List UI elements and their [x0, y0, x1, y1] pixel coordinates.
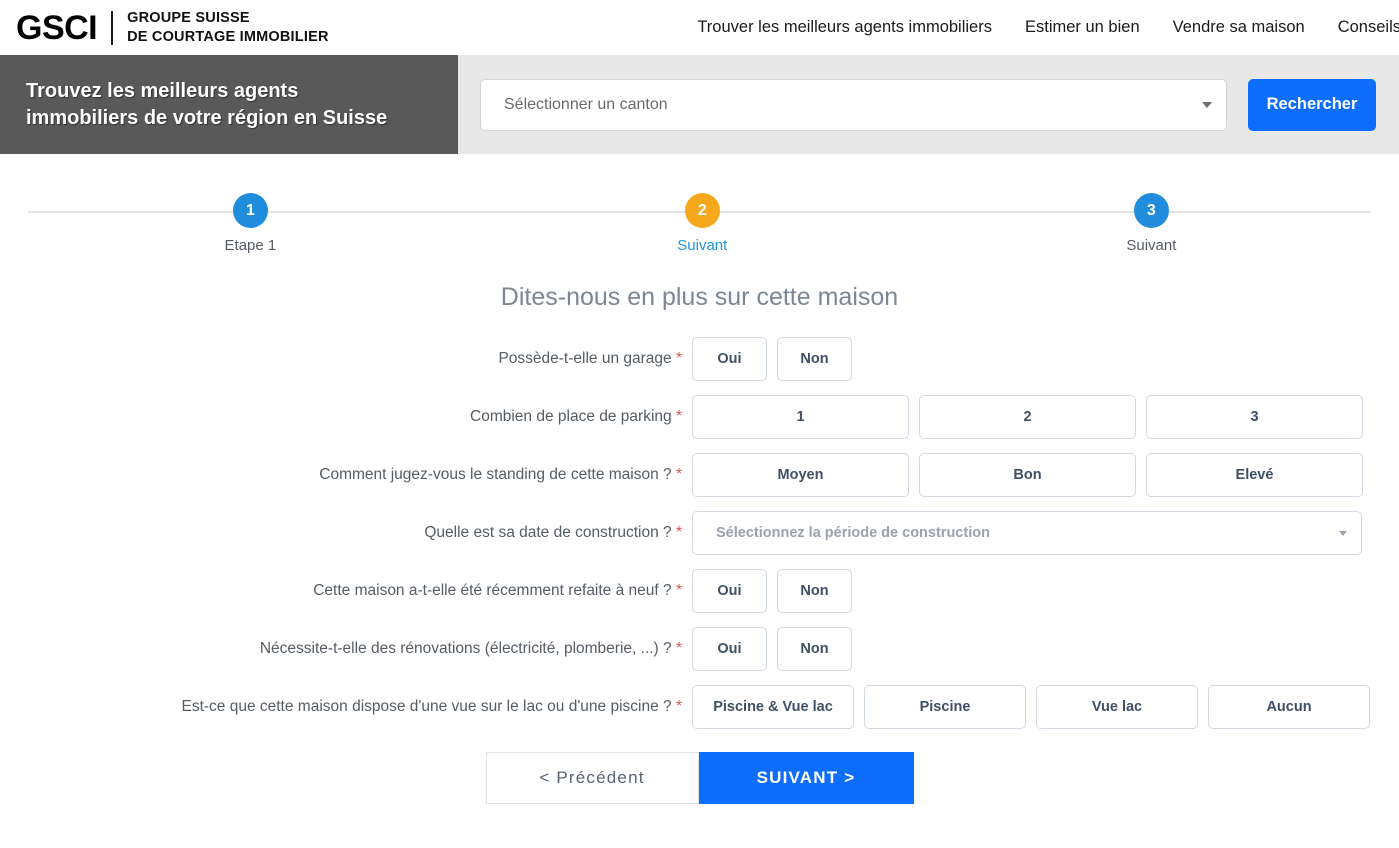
required-marker: *	[675, 640, 682, 657]
form-row: Quelle est sa date de construction ? * Sé…	[0, 511, 1399, 555]
form-row-label: Nécessite-t-elle des rénovations (électr…	[259, 640, 682, 657]
brand-tagline-line2: DE COURTAGE IMMOBILIER	[127, 28, 329, 45]
option-button[interactable]: Aucun	[1208, 685, 1370, 729]
brand-tagline-line1: GROUPE SUISSE	[127, 9, 250, 26]
option-button[interactable]: Non	[777, 337, 852, 381]
option-button[interactable]: Oui	[692, 337, 767, 381]
option-group: Moyen Bon Elevé	[692, 453, 1363, 497]
option-button[interactable]: 1	[692, 395, 909, 439]
form-row: Nécessite-t-elle des rénovations (électr…	[0, 627, 1399, 671]
option-group: Piscine & Vue lac Piscine Vue lac Aucun	[692, 685, 1370, 729]
search-controls: Sélectionner un canton Rechercher	[458, 55, 1399, 154]
nav-link-conseils[interactable]: Conseils	[1338, 18, 1399, 37]
stepper-step-3[interactable]: 3 Suivant	[1071, 193, 1231, 254]
banner-title-line2: immobiliers de votre région en Suisse	[26, 106, 388, 129]
stepper-step-1-label: Etape 1	[224, 237, 277, 254]
stepper-step-1-circle: 1	[232, 193, 268, 228]
required-marker: *	[675, 582, 682, 599]
progress-stepper: 1 Etape 1 2 Suivant 3 Suivant	[0, 193, 1399, 261]
option-button[interactable]: Non	[777, 569, 852, 613]
form-navigation: < Précédent SUIVANT >	[0, 752, 1399, 804]
site-header: GSCI GROUPE SUISSE DE COURTAGE IMMOBILIE…	[0, 0, 1399, 55]
nav-link-estimer[interactable]: Estimer un bien	[1025, 18, 1140, 37]
nav-link-agents[interactable]: Trouver les meilleurs agents immobiliers	[697, 18, 992, 37]
previous-button[interactable]: < Précédent	[485, 752, 699, 804]
page-title: Dites-nous en plus sur cette maison	[500, 283, 899, 311]
brand-logo[interactable]: GSCI GROUPE SUISSE DE COURTAGE IMMOBILIE…	[16, 9, 329, 46]
option-group: Oui Non	[692, 569, 852, 613]
stepper-step-1[interactable]: 1 Etape 1	[170, 193, 330, 254]
next-button[interactable]: SUIVANT >	[698, 752, 914, 804]
option-group: Oui Non	[692, 337, 852, 381]
form-row: Comment jugez-vous le standing de cette …	[0, 453, 1399, 497]
form-row-label: Est-ce que cette maison dispose d'une vu…	[181, 698, 682, 715]
required-marker: *	[675, 466, 682, 483]
option-button[interactable]: 3	[1146, 395, 1363, 439]
required-marker: *	[675, 698, 682, 715]
stepper-step-3-circle: 3	[1133, 193, 1169, 228]
option-group: 123	[692, 395, 1363, 439]
chevron-down-icon	[1339, 530, 1347, 536]
required-marker: *	[675, 524, 682, 541]
construction-period-select-label: Sélectionnez la période de construction	[716, 525, 990, 541]
form-row: Possède-t-elle un garage * Oui Non	[0, 337, 1399, 381]
search-button[interactable]: Rechercher	[1248, 78, 1376, 131]
form-row: Est-ce que cette maison dispose d'une vu…	[0, 685, 1399, 729]
banner-title-line1: Trouvez les meilleurs agents	[26, 80, 299, 103]
form-row: Combien de place de parking * 1 2 3	[0, 395, 1399, 439]
stepper-step-3-label: Suivant	[1126, 237, 1177, 254]
form-row-label: Combien de place de parking *	[470, 408, 682, 425]
option-button[interactable]: Oui	[692, 627, 767, 671]
option-button[interactable]: Piscine & Vue lac	[692, 685, 854, 729]
option-button[interactable]: 2	[919, 395, 1136, 439]
form-row-label: Possède-t-elle un garage *	[498, 350, 682, 367]
option-button[interactable]: Elevé	[1146, 453, 1363, 497]
stepper-step-2-label: Suivant	[677, 237, 728, 254]
option-button[interactable]: Bon	[919, 453, 1136, 497]
brand-tagline: GROUPE SUISSE DE COURTAGE IMMOBILIER	[127, 9, 329, 46]
stepper-step-2[interactable]: 2 Suivant	[622, 193, 782, 254]
form-row-label: Quelle est sa date de construction ? *	[424, 524, 682, 541]
option-button[interactable]: Piscine	[864, 685, 1026, 729]
brand-mark: GSCI	[16, 8, 98, 47]
stepper-step-2-circle: 2	[684, 193, 720, 228]
option-group: Oui Non	[692, 627, 852, 671]
canton-select[interactable]: Sélectionner un canton	[480, 78, 1227, 131]
required-marker: *	[675, 350, 682, 367]
chevron-down-icon	[1202, 101, 1212, 108]
option-button[interactable]: Non	[777, 627, 852, 671]
required-marker: *	[675, 408, 682, 425]
canton-select-label: Sélectionner un canton	[504, 95, 668, 113]
banner-title: Trouvez les meilleurs agents immobiliers…	[0, 55, 458, 154]
construction-period-select[interactable]: Sélectionnez la période de construction	[692, 511, 1362, 555]
form-row-label: Cette maison a-t-elle été récemment refa…	[313, 582, 682, 599]
brand-divider	[111, 10, 114, 45]
search-banner: Trouvez les meilleurs agents immobiliers…	[0, 55, 1399, 154]
option-button[interactable]: Vue lac	[1036, 685, 1198, 729]
option-button[interactable]: Oui	[692, 569, 767, 613]
option-button[interactable]: Moyen	[692, 453, 909, 497]
form-row: Cette maison a-t-elle été récemment refa…	[0, 569, 1399, 613]
nav-link-vendre[interactable]: Vendre sa maison	[1173, 18, 1305, 37]
form-row-label: Comment jugez-vous le standing de cette …	[319, 466, 682, 483]
main-nav: Trouver les meilleurs agents immobiliers…	[697, 18, 1399, 37]
form-body: Possède-t-elle un garage * Oui Non Combien …	[0, 337, 1399, 729]
